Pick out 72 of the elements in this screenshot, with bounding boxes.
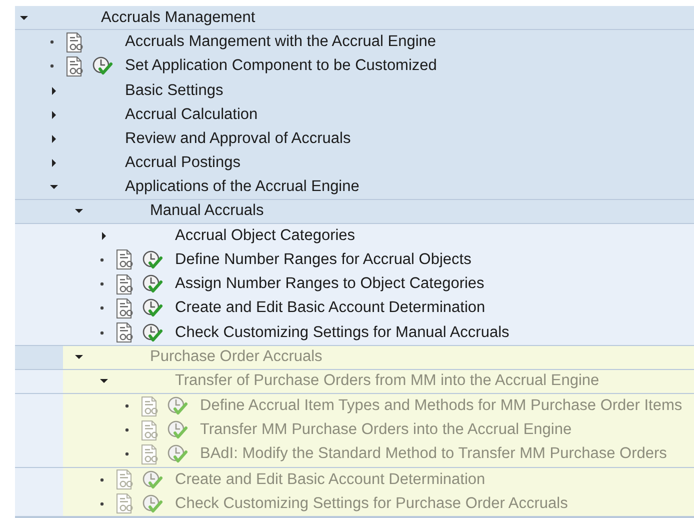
collapsed-arrow-icon[interactable] xyxy=(50,135,58,144)
bullet-icon xyxy=(100,502,104,506)
tree-row[interactable]: Review and Approval of Accruals xyxy=(15,126,694,152)
bullet-icon xyxy=(100,282,104,286)
folder-label: Accruals Management xyxy=(101,8,256,27)
bullet-icon xyxy=(125,428,129,432)
bullet-icon xyxy=(100,330,104,335)
folder-label: Transfer of Purchase Orders from MM into the Accrual Engine xyxy=(175,372,600,390)
activity-label: Define Number Ranges for Accrual Objects xyxy=(175,250,472,269)
folder-label: Accrual Object Categories xyxy=(175,226,356,245)
bullet-icon xyxy=(125,404,129,408)
expanded-arrow-icon[interactable] xyxy=(20,14,28,22)
expanded-arrow-icon[interactable] xyxy=(50,182,58,191)
clock-check-icon[interactable] xyxy=(142,470,163,490)
collapsed-arrow-icon[interactable] xyxy=(50,159,58,168)
tree-row[interactable]: Accruals Mangement with the Accrual Engine xyxy=(15,30,694,54)
document-glasses-icon[interactable] xyxy=(116,298,135,319)
folder-label: Accrual Postings xyxy=(125,154,240,172)
bullet-icon xyxy=(100,258,104,262)
tree-row[interactable]: Accrual Calculation xyxy=(15,102,694,127)
clock-check-icon[interactable] xyxy=(142,298,163,318)
clock-check-icon[interactable] xyxy=(142,250,163,270)
expanded-arrow-icon[interactable] xyxy=(75,207,83,216)
tree-row[interactable]: Define Number Ranges for Accrual Objects xyxy=(15,248,694,272)
bullet-icon xyxy=(50,64,54,68)
folder-label: Review and Approval of Accruals xyxy=(125,130,351,148)
tree-row[interactable]: Check Customizing Settings for Manual Accruals xyxy=(15,320,694,345)
bullet-icon xyxy=(125,452,129,456)
document-glasses-icon[interactable] xyxy=(116,322,135,344)
folder-label: Applications of the Accrual Engine xyxy=(125,178,360,196)
document-glasses-icon[interactable] xyxy=(116,274,135,295)
bullet-icon xyxy=(100,306,104,310)
collapsed-arrow-icon[interactable] xyxy=(50,86,58,95)
bullet-icon xyxy=(100,478,104,482)
tree-row[interactable]: Assign Number Ranges to Object Categories xyxy=(15,272,694,296)
tree-row[interactable]: Manual Accruals xyxy=(15,200,694,224)
tree-row[interactable]: Applications of the Accrual Engine xyxy=(15,175,694,200)
tree-row[interactable]: Basic Settings xyxy=(15,78,694,103)
activity-label: Create and Edit Basic Account Determination xyxy=(175,470,486,489)
clock-check-icon[interactable] xyxy=(142,322,163,343)
tree-row[interactable]: Accrual Postings xyxy=(15,151,694,176)
activity-label: Accruals Mangement with the Accrual Engine xyxy=(125,33,436,52)
tree-row[interactable]: Accrual Object Categories xyxy=(15,224,694,248)
activity-label: Check Customizing Settings for Manual Accruals xyxy=(175,324,510,342)
tree-row[interactable]: Accruals Management xyxy=(15,6,694,30)
folder-label: Manual Accruals xyxy=(150,202,264,220)
activity-label: Assign Number Ranges to Object Categories xyxy=(175,275,484,294)
tree-row[interactable]: Set Application Component to be Customized xyxy=(15,54,694,79)
clock-check-icon[interactable] xyxy=(142,494,163,514)
expanded-arrow-icon[interactable] xyxy=(75,353,83,362)
folder-label: Basic Settings xyxy=(125,82,224,100)
clock-check-icon[interactable] xyxy=(167,396,188,416)
clock-check-icon[interactable] xyxy=(167,420,188,440)
activity-label: Define Accrual Item Types and Methods for MM Purchase Order Items xyxy=(200,397,682,416)
activity-label: Set Application Component to be Customized xyxy=(125,57,437,76)
clock-check-icon[interactable] xyxy=(92,56,113,76)
tree-row[interactable]: Create and Edit Basic Account Determination xyxy=(15,296,694,320)
folder-label: Accrual Calculation xyxy=(125,106,258,124)
activity-label: Transfer MM Purchase Orders into the Accrual Engine xyxy=(200,421,572,440)
document-glasses-icon[interactable] xyxy=(66,56,85,77)
activity-label: Create and Edit Basic Account Determination xyxy=(175,299,486,318)
document-glasses-icon[interactable] xyxy=(66,32,85,53)
clock-check-icon[interactable] xyxy=(142,274,163,294)
clock-check-icon[interactable] xyxy=(167,444,188,464)
document-glasses-icon[interactable] xyxy=(116,249,135,270)
collapsed-arrow-icon[interactable] xyxy=(100,232,108,240)
collapsed-arrow-icon[interactable] xyxy=(50,110,58,119)
expanded-arrow-icon[interactable] xyxy=(100,377,108,386)
bullet-icon xyxy=(50,40,54,44)
activity-label: BAdI: Modify the Standard Method to Transfer MM Purchase Orders xyxy=(200,445,667,464)
activity-label: Check Customizing Settings for Purchase Order Accruals xyxy=(175,494,568,513)
folder-label: Purchase Order Accruals xyxy=(150,348,322,366)
